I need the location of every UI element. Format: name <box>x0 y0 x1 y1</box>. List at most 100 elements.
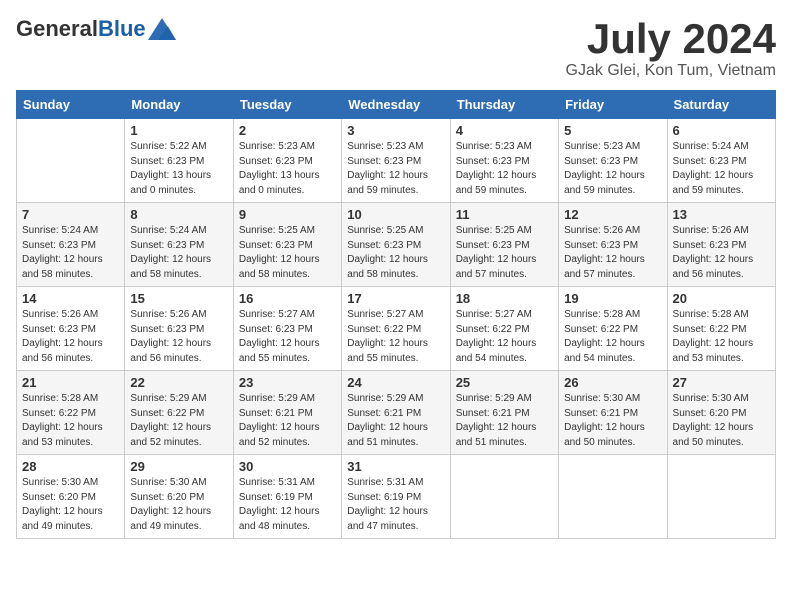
day-number: 11 <box>456 207 553 222</box>
calendar-cell: 6 Sunrise: 5:24 AM Sunset: 6:23 PM Daylig… <box>667 119 775 203</box>
calendar-cell: 23 Sunrise: 5:29 AM Sunset: 6:21 PM Dayli… <box>233 371 341 455</box>
day-info: Sunrise: 5:30 AM Sunset: 6:20 PM Dayligh… <box>22 476 119 534</box>
day-info: Sunrise: 5:29 AM Sunset: 6:21 PM Dayligh… <box>347 392 444 450</box>
weekday-header-sunday: Sunday <box>17 91 125 119</box>
day-number: 5 <box>564 123 661 138</box>
day-number: 7 <box>22 207 119 222</box>
day-info: Sunrise: 5:25 AM Sunset: 6:23 PM Dayligh… <box>456 224 553 282</box>
day-info: Sunrise: 5:30 AM Sunset: 6:20 PM Dayligh… <box>673 392 770 450</box>
day-number: 28 <box>22 459 119 474</box>
day-info: Sunrise: 5:25 AM Sunset: 6:23 PM Dayligh… <box>239 224 336 282</box>
calendar-cell: 7 Sunrise: 5:24 AM Sunset: 6:23 PM Daylig… <box>17 203 125 287</box>
calendar-cell: 22 Sunrise: 5:29 AM Sunset: 6:22 PM Dayli… <box>125 371 233 455</box>
day-info: Sunrise: 5:26 AM Sunset: 6:23 PM Dayligh… <box>130 308 227 366</box>
weekday-header-monday: Monday <box>125 91 233 119</box>
calendar-cell: 24 Sunrise: 5:29 AM Sunset: 6:21 PM Dayli… <box>342 371 450 455</box>
day-info: Sunrise: 5:26 AM Sunset: 6:23 PM Dayligh… <box>22 308 119 366</box>
logo-icon <box>148 18 176 40</box>
day-number: 26 <box>564 375 661 390</box>
calendar-cell: 15 Sunrise: 5:26 AM Sunset: 6:23 PM Dayli… <box>125 287 233 371</box>
calendar-cell: 28 Sunrise: 5:30 AM Sunset: 6:20 PM Dayli… <box>17 455 125 539</box>
day-number: 4 <box>456 123 553 138</box>
calendar-cell: 17Sunrise: 5:27 AM Sunset: 6:22 PM Dayli… <box>342 287 450 371</box>
day-info: Sunrise: 5:24 AM Sunset: 6:23 PM Dayligh… <box>130 224 227 282</box>
calendar-table: SundayMondayTuesdayWednesdayThursdayFrid… <box>16 90 776 539</box>
day-number: 30 <box>239 459 336 474</box>
day-number: 15 <box>130 291 227 306</box>
day-number: 6 <box>673 123 770 138</box>
day-number: 27 <box>673 375 770 390</box>
weekday-header-row: SundayMondayTuesdayWednesdayThursdayFrid… <box>17 91 776 119</box>
day-info: Sunrise: 5:28 AM Sunset: 6:22 PM Dayligh… <box>673 308 770 366</box>
day-info: Sunrise: 5:29 AM Sunset: 6:21 PM Dayligh… <box>456 392 553 450</box>
calendar-cell: 14Sunrise: 5:26 AM Sunset: 6:23 PM Dayli… <box>17 287 125 371</box>
calendar-cell: 19 Sunrise: 5:28 AM Sunset: 6:22 PM Dayli… <box>559 287 667 371</box>
calendar-cell: 20Sunrise: 5:28 AM Sunset: 6:22 PM Dayli… <box>667 287 775 371</box>
weekday-header-wednesday: Wednesday <box>342 91 450 119</box>
day-info: Sunrise: 5:23 AM Sunset: 6:23 PM Dayligh… <box>456 140 553 198</box>
day-info: Sunrise: 5:27 AM Sunset: 6:23 PM Dayligh… <box>239 308 336 366</box>
day-number: 22 <box>130 375 227 390</box>
calendar-header: SundayMondayTuesdayWednesdayThursdayFrid… <box>17 91 776 119</box>
day-info: Sunrise: 5:30 AM Sunset: 6:21 PM Dayligh… <box>564 392 661 450</box>
calendar-week-row: 14Sunrise: 5:26 AM Sunset: 6:23 PM Dayli… <box>17 287 776 371</box>
day-info: Sunrise: 5:24 AM Sunset: 6:23 PM Dayligh… <box>673 140 770 198</box>
day-number: 16 <box>239 291 336 306</box>
day-number: 1 <box>130 123 227 138</box>
day-info: Sunrise: 5:28 AM Sunset: 6:22 PM Dayligh… <box>564 308 661 366</box>
day-info: Sunrise: 5:24 AM Sunset: 6:23 PM Dayligh… <box>22 224 119 282</box>
day-info: Sunrise: 5:29 AM Sunset: 6:21 PM Dayligh… <box>239 392 336 450</box>
calendar-cell: 16 Sunrise: 5:27 AM Sunset: 6:23 PM Dayli… <box>233 287 341 371</box>
weekday-header-saturday: Saturday <box>667 91 775 119</box>
calendar-cell: 25 Sunrise: 5:29 AM Sunset: 6:21 PM Dayli… <box>450 371 558 455</box>
day-info: Sunrise: 5:28 AM Sunset: 6:22 PM Dayligh… <box>22 392 119 450</box>
calendar-cell: 3Sunrise: 5:23 AM Sunset: 6:23 PM Daylig… <box>342 119 450 203</box>
day-info: Sunrise: 5:23 AM Sunset: 6:23 PM Dayligh… <box>347 140 444 198</box>
day-info: Sunrise: 5:26 AM Sunset: 6:23 PM Dayligh… <box>673 224 770 282</box>
calendar-cell: 18Sunrise: 5:27 AM Sunset: 6:22 PM Dayli… <box>450 287 558 371</box>
calendar-cell: 13 Sunrise: 5:26 AM Sunset: 6:23 PM Dayli… <box>667 203 775 287</box>
calendar-body: 1Sunrise: 5:22 AM Sunset: 6:23 PM Daylig… <box>17 119 776 539</box>
logo: GeneralBlue <box>16 16 176 42</box>
page-header: GeneralBlue July 2024 GJak Glei, Kon Tum… <box>16 16 776 80</box>
calendar-week-row: 1Sunrise: 5:22 AM Sunset: 6:23 PM Daylig… <box>17 119 776 203</box>
weekday-header-friday: Friday <box>559 91 667 119</box>
day-info: Sunrise: 5:31 AM Sunset: 6:19 PM Dayligh… <box>347 476 444 534</box>
day-number: 19 <box>564 291 661 306</box>
calendar-cell: 29 Sunrise: 5:30 AM Sunset: 6:20 PM Dayli… <box>125 455 233 539</box>
calendar-cell <box>667 455 775 539</box>
calendar-cell: 12Sunrise: 5:26 AM Sunset: 6:23 PM Dayli… <box>559 203 667 287</box>
day-number: 25 <box>456 375 553 390</box>
calendar-cell: 8 Sunrise: 5:24 AM Sunset: 6:23 PM Daylig… <box>125 203 233 287</box>
day-number: 10 <box>347 207 444 222</box>
day-number: 8 <box>130 207 227 222</box>
day-info: Sunrise: 5:29 AM Sunset: 6:22 PM Dayligh… <box>130 392 227 450</box>
day-number: 17 <box>347 291 444 306</box>
day-info: Sunrise: 5:26 AM Sunset: 6:23 PM Dayligh… <box>564 224 661 282</box>
day-number: 9 <box>239 207 336 222</box>
month-title: July 2024 <box>566 16 776 62</box>
day-number: 29 <box>130 459 227 474</box>
calendar-cell <box>559 455 667 539</box>
day-info: Sunrise: 5:23 AM Sunset: 6:23 PM Dayligh… <box>239 140 336 198</box>
day-number: 13 <box>673 207 770 222</box>
calendar-cell: 10Sunrise: 5:25 AM Sunset: 6:23 PM Dayli… <box>342 203 450 287</box>
calendar-cell: 4 Sunrise: 5:23 AM Sunset: 6:23 PM Daylig… <box>450 119 558 203</box>
day-number: 24 <box>347 375 444 390</box>
day-info: Sunrise: 5:30 AM Sunset: 6:20 PM Dayligh… <box>130 476 227 534</box>
day-number: 18 <box>456 291 553 306</box>
calendar-cell: 5Sunrise: 5:23 AM Sunset: 6:23 PM Daylig… <box>559 119 667 203</box>
day-number: 31 <box>347 459 444 474</box>
calendar-cell: 26 Sunrise: 5:30 AM Sunset: 6:21 PM Dayli… <box>559 371 667 455</box>
location: GJak Glei, Kon Tum, Vietnam <box>566 62 776 80</box>
weekday-header-thursday: Thursday <box>450 91 558 119</box>
calendar-cell: 11 Sunrise: 5:25 AM Sunset: 6:23 PM Dayli… <box>450 203 558 287</box>
logo-general: GeneralBlue <box>16 16 146 42</box>
calendar-cell: 27 Sunrise: 5:30 AM Sunset: 6:20 PM Dayli… <box>667 371 775 455</box>
calendar-cell: 31 Sunrise: 5:31 AM Sunset: 6:19 PM Dayli… <box>342 455 450 539</box>
calendar-cell: 9 Sunrise: 5:25 AM Sunset: 6:23 PM Daylig… <box>233 203 341 287</box>
weekday-header-tuesday: Tuesday <box>233 91 341 119</box>
calendar-week-row: 21Sunrise: 5:28 AM Sunset: 6:22 PM Dayli… <box>17 371 776 455</box>
day-number: 2 <box>239 123 336 138</box>
day-number: 23 <box>239 375 336 390</box>
